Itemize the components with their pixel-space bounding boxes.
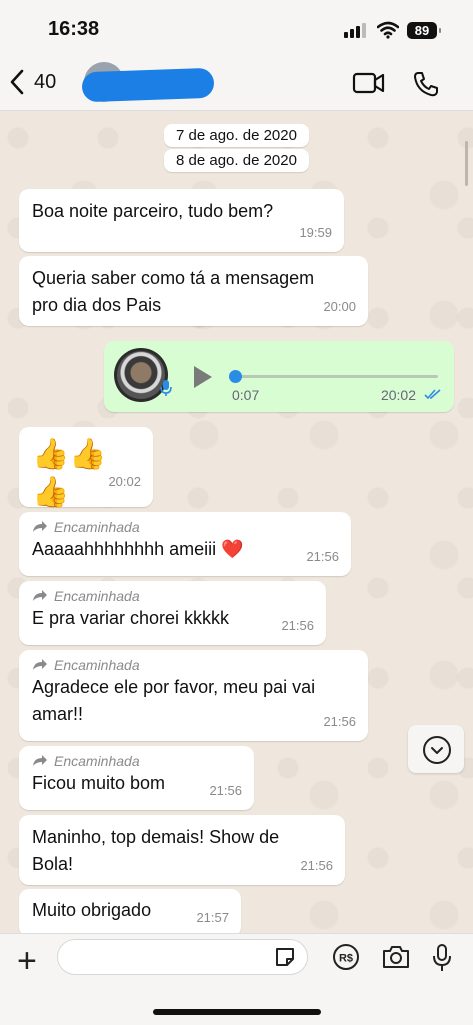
double-check-icon [424, 389, 441, 400]
message-time: 20:02 [380, 387, 416, 403]
chat-messages[interactable]: 7 de ago. de 2020 8 de ago. de 2020 Boa … [0, 111, 473, 933]
message-time: 21:56 [306, 549, 339, 564]
status-time: 16:38 [48, 18, 100, 40]
home-indicator [153, 1009, 321, 1015]
date-separator: 8 de ago. de 2020 [0, 149, 473, 172]
message-time: 21:56 [209, 783, 242, 798]
battery-indicator: 89 [407, 22, 441, 39]
camera-icon[interactable] [381, 943, 411, 971]
voice-duration: 0:07 [232, 387, 260, 403]
composer-bar: + R$ [0, 933, 473, 1025]
plus-icon[interactable]: + [17, 944, 37, 978]
forward-arrow-icon [33, 590, 47, 601]
payment-icon[interactable]: R$ [332, 943, 360, 971]
message-bubble[interactable]: Boa noite parceiro, tudo bem? 19:59 [19, 189, 344, 252]
message-text: E pra variar chorei kkkkk [32, 608, 230, 628]
redacted-contact-name[interactable] [81, 67, 215, 103]
date-separator: 7 de ago. de 2020 [0, 124, 473, 147]
forwarded-label: Encaminhada [32, 656, 355, 674]
message-bubble[interactable]: Encaminhada Ficou muito bom 21:56 [19, 746, 254, 810]
message-bubble[interactable]: Maninho, top demais! Show de Bola! 21:56 [19, 815, 345, 885]
sticker-icon[interactable] [273, 945, 297, 969]
voice-message[interactable]: 0:07 20:02 [104, 341, 454, 412]
svg-text:R$: R$ [339, 953, 353, 965]
back-button[interactable]: 40 [8, 68, 56, 96]
wifi-icon [377, 21, 399, 39]
message-time: 21:56 [323, 714, 356, 729]
message-bubble[interactable]: Queria saber como tá a mensagem pro dia … [19, 256, 368, 326]
play-icon[interactable] [194, 366, 212, 388]
scroll-down-icon [423, 736, 451, 764]
message-time: 20:00 [323, 299, 356, 314]
message-bubble[interactable]: Muito obrigado 21:57 [19, 889, 241, 933]
message-text: Maninho, top demais! Show de Bola! [32, 827, 280, 874]
forward-arrow-icon [33, 659, 47, 670]
unread-count: 40 [34, 70, 57, 93]
forward-arrow-icon [33, 521, 47, 532]
cellular-signal-icon [344, 23, 366, 38]
message-input[interactable] [57, 939, 308, 975]
message-text: Agradece ele por favor, meu pai vai amar… [32, 677, 316, 724]
mic-icon [160, 380, 172, 396]
message-time: 21:57 [196, 910, 229, 925]
scroll-to-bottom-button[interactable] [408, 725, 464, 773]
forwarded-label: Encaminhada [32, 587, 313, 605]
message-text: Aaaaahhhhhhhh ameiii ❤️ [32, 539, 244, 559]
back-chevron-icon [10, 69, 24, 95]
forwarded-label: Encaminhada [32, 752, 241, 770]
video-call-icon[interactable] [352, 70, 386, 96]
message-time: 21:56 [281, 618, 314, 633]
message-time: 20:02 [108, 474, 141, 489]
message-text: Boa noite parceiro, tudo bem? [32, 201, 274, 221]
message-time: 21:56 [300, 858, 333, 873]
forwarded-label: Encaminhada [32, 518, 338, 536]
microphone-icon[interactable] [432, 943, 452, 973]
chat-header: 40 [0, 58, 473, 111]
status-bar: 16:38 89 [0, 0, 473, 58]
audio-scrub-handle[interactable] [229, 370, 242, 383]
audio-progress-track[interactable] [234, 375, 438, 378]
message-time: 19:59 [299, 225, 332, 240]
forward-arrow-icon [33, 755, 47, 766]
message-text: Queria saber como tá a mensagem pro dia … [32, 268, 315, 315]
message-bubble[interactable]: Encaminhada Agradece ele por favor, meu … [19, 650, 368, 741]
phone-icon[interactable] [412, 70, 440, 98]
message-bubble[interactable]: Encaminhada E pra variar chorei kkkkk 21… [19, 581, 326, 645]
message-bubble[interactable]: 👍👍👍 20:02 [19, 427, 153, 509]
message-bubble[interactable]: Encaminhada Aaaaahhhhhhhh ameiii ❤️ 21:5… [19, 512, 351, 576]
